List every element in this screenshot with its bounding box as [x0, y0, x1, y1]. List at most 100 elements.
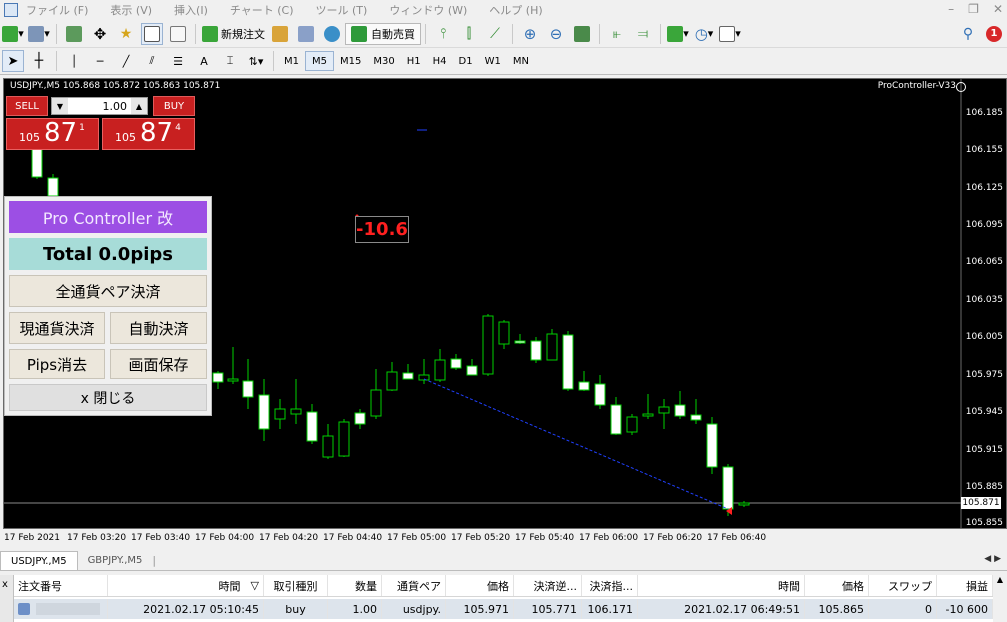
chart-shift-button[interactable]: ⫦ — [606, 23, 628, 45]
terminal-scrollbar[interactable]: ▲ — [993, 575, 1007, 622]
templates-button[interactable]: ▾ — [719, 23, 741, 45]
menu-tools[interactable]: ツール (T) — [316, 2, 368, 18]
drawing-toolbar: ➤ ┼ │ ─ ╱ ⫽ ☰ A ⌶ ⇅ ▾ M1 M5 M15 M30 H1 H4… — [0, 48, 1007, 75]
zoom-out-button[interactable]: ⊖ — [545, 23, 567, 45]
col-order[interactable]: 注文番号 — [14, 575, 108, 596]
smiley-icon — [956, 82, 966, 92]
buy-price-button[interactable]: 105 87 4 — [102, 118, 195, 150]
table-row[interactable]: 2021.02.17 05:10:45 buy 1.00 usdjpy. 105… — [14, 599, 993, 619]
new-order-button[interactable]: 新規注文 — [202, 23, 265, 45]
auto-close-button[interactable]: 自動決済 — [110, 312, 207, 344]
save-screen-button[interactable]: 画面保存 — [110, 349, 207, 379]
price-tick-label: 106.005 — [965, 332, 1003, 342]
search-icon: ⚲ — [962, 25, 974, 42]
col-profit[interactable]: 損益 — [937, 575, 993, 596]
signals-button[interactable] — [295, 23, 317, 45]
col-price[interactable]: 価格 — [446, 575, 514, 596]
close-icon[interactable]: ✕ — [993, 2, 1003, 16]
periods-button[interactable]: ◷ ▾ — [693, 23, 715, 45]
timeframe-d1[interactable]: D1 — [453, 51, 479, 71]
data-window-button[interactable]: ✥ — [89, 23, 111, 45]
col-current-time[interactable]: 時間 — [638, 575, 805, 596]
search-button[interactable]: ⚲ — [957, 23, 979, 45]
candle-body — [530, 340, 542, 361]
sell-price-prefix: 105 — [19, 131, 40, 144]
line-chart-button[interactable]: ⟋ — [484, 23, 506, 45]
close-all-pairs-button[interactable]: 全通貨ペア決済 — [9, 275, 207, 307]
timeframe-mn[interactable]: MN — [507, 51, 535, 71]
arrows-button[interactable]: ⇅ ▾ — [245, 50, 267, 72]
col-current-price[interactable]: 価格 — [805, 575, 869, 596]
lot-decrease-icon[interactable]: ▼ — [52, 98, 68, 114]
tab-scroll-arrows[interactable]: ◀ ▶ — [984, 554, 1001, 564]
signals-icon — [298, 25, 314, 42]
timeframe-h1[interactable]: H1 — [401, 51, 427, 71]
terminal-close-icon[interactable]: x — [2, 579, 8, 590]
sell-button[interactable]: SELL — [6, 96, 48, 116]
cursor-button[interactable]: ➤ — [2, 50, 24, 72]
new-chart-button[interactable]: ▾ — [2, 23, 24, 45]
menu-file[interactable]: ファイル (F) — [26, 2, 88, 18]
symbol-cell: usdjpy. — [382, 599, 446, 619]
clear-pips-button[interactable]: Pips消去 — [9, 349, 105, 379]
close-panel-button[interactable]: x 閉じる — [9, 384, 207, 411]
autoscroll-button[interactable]: ⫤ — [632, 23, 654, 45]
lot-size-value[interactable]: 1.00 — [68, 100, 131, 113]
timeframe-w1[interactable]: W1 — [479, 51, 507, 71]
text-button[interactable]: A — [193, 50, 215, 72]
candle-body — [450, 358, 462, 369]
candle-body — [642, 413, 654, 417]
chart-title: USDJPY.,M5 105.868 105.872 105.863 105.8… — [10, 81, 221, 91]
notifications-button[interactable]: 1 — [983, 23, 1005, 45]
tab-gbpjpy[interactable]: GBPJPY.,M5 — [78, 551, 153, 570]
equidistant-channel-button[interactable]: ⫽ — [141, 50, 163, 72]
vertical-line-button[interactable]: │ — [63, 50, 85, 72]
candlestick-button[interactable]: ⫿ — [458, 23, 480, 45]
restore-icon[interactable]: ❐ — [968, 2, 979, 16]
lot-increase-icon[interactable]: ▲ — [131, 98, 147, 114]
col-take-profit[interactable]: 決済指... — [582, 575, 638, 596]
bar-chart-button[interactable]: ⫯ — [432, 23, 454, 45]
minimize-icon[interactable]: – — [948, 2, 954, 16]
tab-usdjpy[interactable]: USDJPY.,M5 — [0, 551, 78, 570]
trendline-button[interactable]: ╱ — [115, 50, 137, 72]
navigator-button[interactable]: ★ — [115, 23, 137, 45]
candle-body — [338, 421, 350, 457]
zoom-in-icon: ⊕ — [523, 24, 537, 43]
timeframe-h4[interactable]: H4 — [427, 51, 453, 71]
menu-view[interactable]: 表示 (V) — [110, 2, 152, 18]
col-symbol[interactable]: 通貨ペア — [382, 575, 446, 596]
menu-window[interactable]: ウィンドウ (W) — [389, 2, 467, 18]
zoom-in-button[interactable]: ⊕ — [519, 23, 541, 45]
close-current-pair-button[interactable]: 現通貨決済 — [9, 312, 105, 344]
col-open-time[interactable]: 時間 ▽ — [108, 575, 264, 596]
col-type[interactable]: 取引種別 — [264, 575, 328, 596]
timeframe-m30[interactable]: M30 — [367, 51, 400, 71]
timeframe-m1[interactable]: M1 — [278, 51, 305, 71]
profiles-button[interactable]: ▾ — [28, 23, 50, 45]
buy-button[interactable]: BUY — [153, 96, 195, 116]
auto-trading-button[interactable]: 自動売買 — [345, 22, 421, 45]
fibonacci-button[interactable]: ☰ — [167, 50, 189, 72]
app-icon — [4, 3, 18, 17]
tile-windows-button[interactable] — [571, 23, 593, 45]
menu-chart[interactable]: チャート (C) — [230, 2, 294, 18]
crosshair-button[interactable]: ┼ — [28, 50, 50, 72]
sell-price-button[interactable]: 105 87 1 — [6, 118, 99, 150]
menu-help[interactable]: ヘルプ (H) — [489, 2, 542, 18]
timeframe-m5[interactable]: M5 — [305, 51, 334, 71]
col-swap[interactable]: スワップ — [869, 575, 937, 596]
metaeditor-button[interactable] — [269, 23, 291, 45]
tester-button[interactable] — [167, 23, 189, 45]
col-volume[interactable]: 数量 — [328, 575, 382, 596]
timeframe-m15[interactable]: M15 — [334, 51, 367, 71]
vps-button[interactable] — [321, 23, 343, 45]
horizontal-line-button[interactable]: ─ — [89, 50, 111, 72]
menu-insert[interactable]: 挿入(I) — [174, 2, 208, 18]
indicators-button[interactable]: ▾ — [667, 23, 689, 45]
lot-size-field[interactable]: ▼ 1.00 ▲ — [51, 97, 148, 115]
market-watch-button[interactable] — [63, 23, 85, 45]
text-label-button[interactable]: ⌶ — [219, 50, 241, 72]
col-stop-loss[interactable]: 決済逆... — [514, 575, 582, 596]
terminal-button[interactable] — [141, 22, 163, 45]
